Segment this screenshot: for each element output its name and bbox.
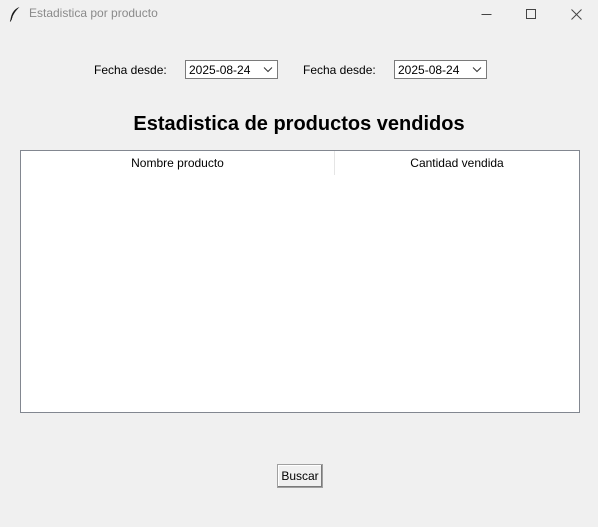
column-header-quantity-sold[interactable]: Cantidad vendida bbox=[335, 151, 579, 175]
date-from-combobox[interactable]: 2025-08-24 bbox=[185, 60, 278, 79]
search-button[interactable]: Buscar bbox=[277, 464, 323, 488]
close-icon bbox=[570, 8, 582, 20]
date-from-value: 2025-08-24 bbox=[189, 63, 251, 77]
table-header: Nombre producto Cantidad vendida bbox=[21, 151, 579, 175]
title-bar: Estadistica por producto bbox=[0, 0, 598, 28]
close-button[interactable] bbox=[553, 0, 598, 28]
app-window: Estadistica por producto Fecha desde: 20… bbox=[0, 0, 598, 527]
chevron-down-icon bbox=[263, 67, 273, 73]
maximize-icon bbox=[525, 8, 536, 19]
date-from-label: Fecha desde: bbox=[94, 63, 167, 77]
column-header-product-name[interactable]: Nombre producto bbox=[21, 151, 335, 175]
table-body[interactable] bbox=[21, 175, 579, 412]
page-title: Estadistica de productos vendidos bbox=[133, 113, 465, 135]
chevron-down-icon bbox=[472, 67, 482, 73]
date-to-value: 2025-08-24 bbox=[398, 63, 460, 77]
minimize-icon bbox=[481, 13, 491, 15]
date-to-label: Fecha desde: bbox=[303, 63, 376, 77]
date-to-combobox[interactable]: 2025-08-24 bbox=[394, 60, 487, 79]
maximize-button[interactable] bbox=[508, 0, 554, 28]
minimize-button[interactable] bbox=[463, 0, 509, 28]
products-table[interactable]: Nombre producto Cantidad vendida bbox=[20, 150, 580, 413]
window-title: Estadistica por producto bbox=[29, 6, 158, 20]
feather-icon bbox=[9, 7, 20, 22]
